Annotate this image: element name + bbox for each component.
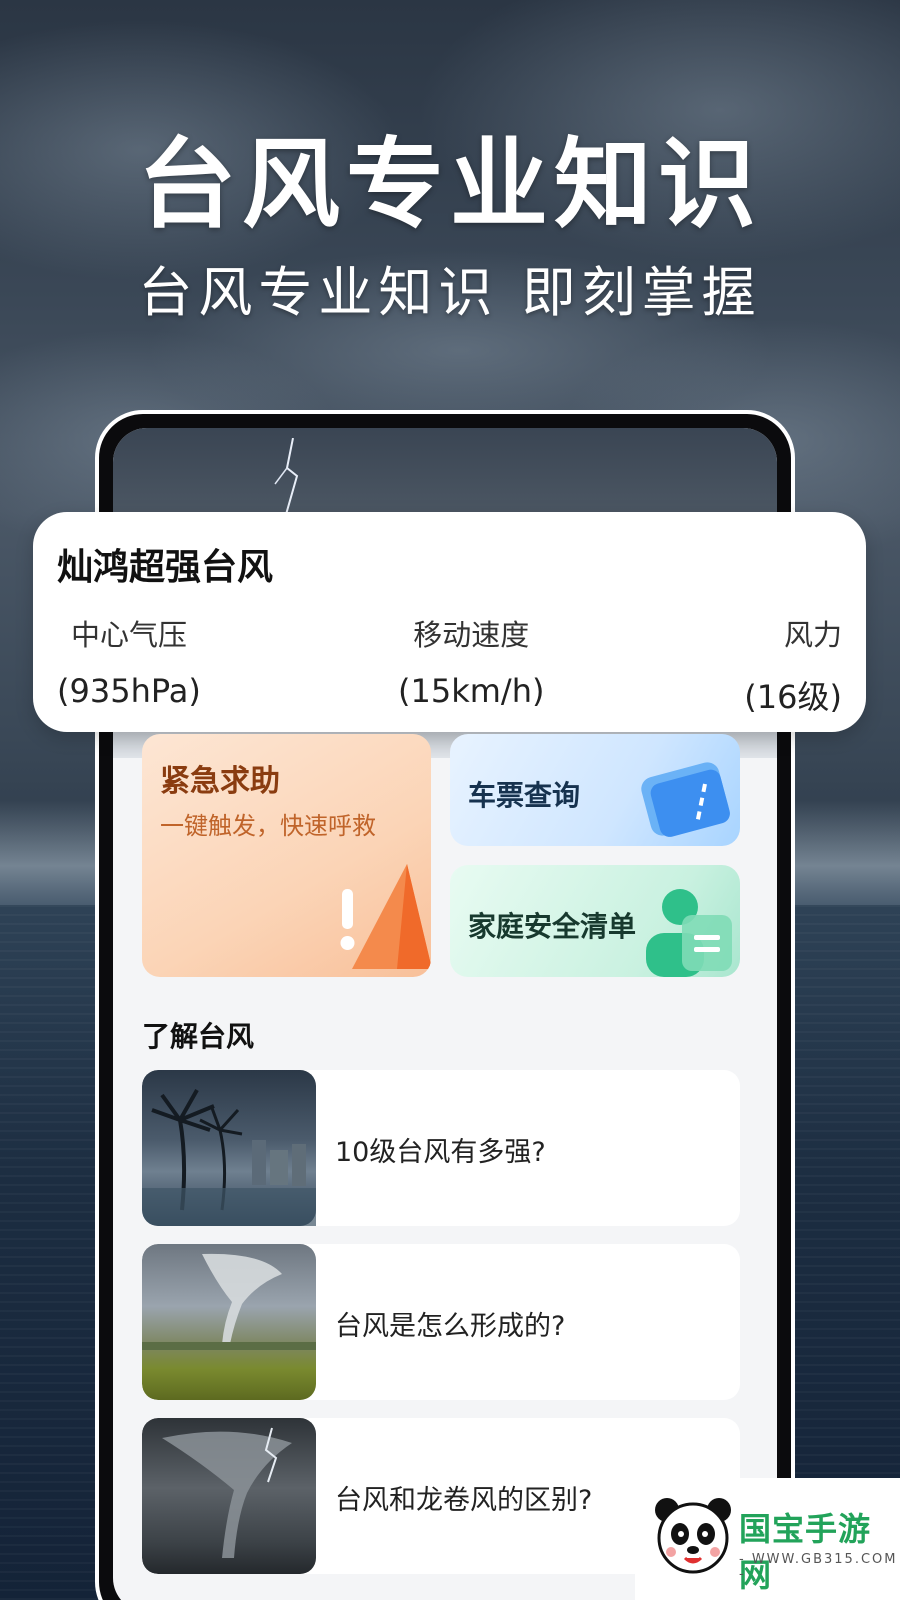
palm-trees-storm-image (142, 1089, 316, 1226)
warning-triangle-icon (340, 864, 431, 969)
article-card[interactable]: 10级台风有多强? (142, 1070, 740, 1226)
tornado-road-image (162, 1427, 292, 1558)
tile-title: 车票查询 (468, 779, 581, 812)
watermark-url: - WWW.GB315.COM - (739, 1552, 898, 1582)
article-title: 台风是怎么形成的? (335, 1311, 566, 1342)
app-store-banner: 台风专业知识 台风专业知识 即刻掌握 灿鸿超强台风 中心气压 (935hPa) … (0, 0, 900, 1600)
tiles-layer: 紧急求助 一键触发，快速呼救 车票查询 家庭安全清单 了解台风 10级台风有多强… (95, 0, 795, 1600)
article-thumbnail (142, 1244, 316, 1400)
panda-logo-icon (655, 1498, 731, 1574)
tile-title: 紧急求助 (160, 764, 280, 799)
emergency-help-tile[interactable]: 紧急求助 一键触发，快速呼救 (142, 734, 431, 977)
ticket-icon (641, 762, 730, 837)
tornado-field-image (142, 1253, 316, 1350)
ticket-query-tile[interactable]: 车票查询 (450, 734, 740, 846)
family-safety-checklist-tile[interactable]: 家庭安全清单 (450, 865, 740, 977)
checklist-icon (646, 889, 732, 977)
article-title: 10级台风有多强? (335, 1137, 546, 1168)
article-thumbnail (142, 1418, 316, 1574)
article-card[interactable]: 台风是怎么形成的? (142, 1244, 740, 1400)
watermark-badge: 国宝手游网 - WWW.GB315.COM - (635, 1478, 900, 1600)
tile-title: 家庭安全清单 (468, 910, 637, 943)
section-title: 了解台风 (142, 1020, 255, 1053)
watermark-brand: 国宝手游网 (739, 1510, 872, 1594)
article-title: 台风和龙卷风的区别? (335, 1485, 593, 1516)
tile-subtitle: 一键触发，快速呼救 (160, 812, 376, 840)
article-thumbnail (142, 1070, 316, 1226)
